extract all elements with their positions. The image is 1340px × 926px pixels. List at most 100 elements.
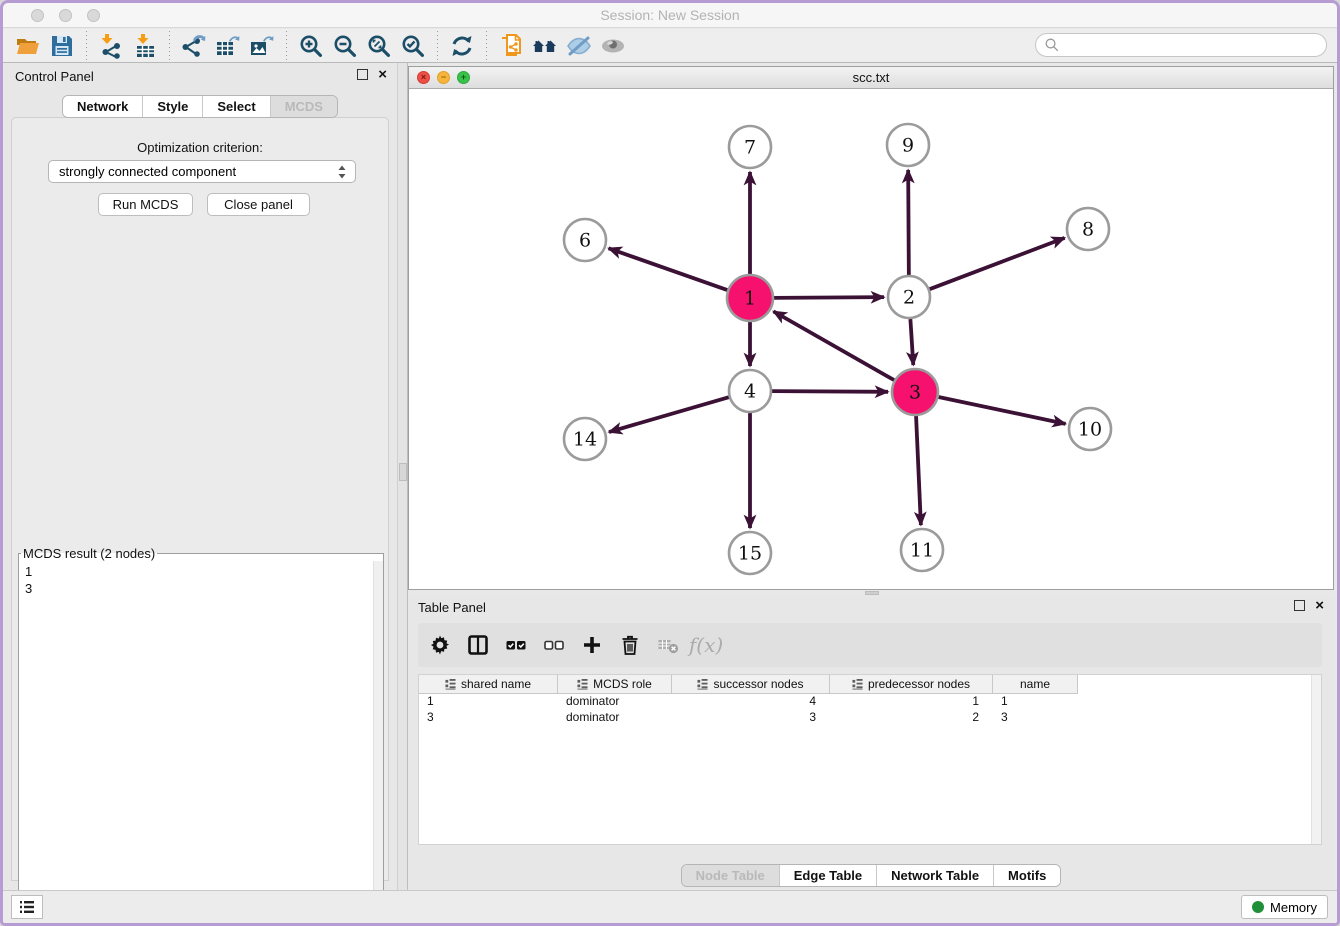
mcds-result-scrollbar[interactable]	[373, 561, 383, 921]
table-cell[interactable]: 2	[830, 710, 993, 726]
settings-button[interactable]	[426, 631, 454, 659]
zoom-selected-button[interactable]	[396, 31, 430, 61]
list-icon	[19, 899, 35, 915]
save-session-button[interactable]	[45, 31, 79, 61]
vertical-splitter[interactable]	[397, 63, 408, 892]
settings-icon	[429, 634, 451, 656]
table-cell[interactable]: dominator	[558, 710, 672, 726]
edge-4-14[interactable]	[609, 397, 729, 432]
refresh-button[interactable]	[445, 31, 479, 61]
edge-3-1[interactable]	[773, 311, 894, 380]
node-1[interactable]: 1	[727, 275, 773, 321]
refresh-icon	[449, 33, 475, 59]
function-builder-icon: f(x)	[689, 633, 723, 657]
memory-button[interactable]: Memory	[1241, 895, 1328, 919]
tab-mcds[interactable]: MCDS	[270, 96, 337, 117]
hide-visibility-button[interactable]	[562, 31, 596, 61]
table-row[interactable]: 1dominator411	[419, 694, 1321, 710]
zoom-in-button[interactable]	[294, 31, 328, 61]
import-table-button[interactable]	[128, 31, 162, 61]
network-graph[interactable]: 7 9 6 8 1 2 4 3 14 10 15 11	[409, 89, 1333, 589]
close-panel-button[interactable]: Close panel	[207, 193, 310, 216]
column-header-predecessor-nodes[interactable]: predecessor nodes	[830, 675, 993, 694]
edge-3-11[interactable]	[916, 416, 921, 525]
edge-2-8[interactable]	[930, 238, 1065, 289]
node-10[interactable]: 10	[1069, 408, 1111, 450]
table-scrollbar[interactable]	[1311, 675, 1321, 844]
edge-1-2[interactable]	[774, 297, 884, 298]
edge-2-9[interactable]	[908, 170, 909, 275]
network-window-titlebar[interactable]: × − + scc.txt	[409, 67, 1333, 89]
home-button[interactable]	[528, 31, 562, 61]
zoom-out-button[interactable]	[328, 31, 362, 61]
table-cell[interactable]: 1	[993, 694, 1078, 710]
edge-1-6[interactable]	[609, 248, 728, 290]
optimization-criterion-select[interactable]: strongly connected component	[48, 160, 356, 183]
table-cell[interactable]: 3	[993, 710, 1078, 726]
tab-network-table[interactable]: Network Table	[876, 865, 993, 886]
node-8[interactable]: 8	[1067, 208, 1109, 250]
close-panel-icon[interactable]: ×	[378, 69, 387, 80]
table-cell[interactable]: 1	[419, 694, 558, 710]
table-panel: Table Panel × f(x) shared nameMCDS roles…	[408, 595, 1334, 890]
share-document-button[interactable]	[494, 31, 528, 61]
column-header-name[interactable]: name	[993, 675, 1078, 694]
add-column-button[interactable]	[578, 631, 606, 659]
search-icon	[1044, 37, 1060, 53]
export-image-button[interactable]	[245, 31, 279, 61]
float-panel-icon[interactable]	[357, 69, 368, 80]
split-view-button[interactable]	[464, 631, 492, 659]
import-network-button[interactable]	[94, 31, 128, 61]
node-2[interactable]: 2	[888, 276, 930, 318]
svg-text:7: 7	[744, 137, 756, 159]
edge-2-3[interactable]	[910, 319, 913, 365]
export-table-button[interactable]	[211, 31, 245, 61]
node-9[interactable]: 9	[887, 124, 929, 166]
network-view-title: scc.txt	[409, 70, 1333, 85]
node-11[interactable]: 11	[901, 529, 943, 571]
export-network-button[interactable]	[177, 31, 211, 61]
node-15[interactable]: 15	[729, 532, 771, 574]
network-canvas[interactable]: 7 9 6 8 1 2 4 3 14 10 15 11	[409, 89, 1333, 589]
table-cell[interactable]: 1	[830, 694, 993, 710]
edge-3-10[interactable]	[938, 397, 1065, 424]
search-box[interactable]	[1035, 33, 1327, 57]
open-file-button[interactable]	[11, 31, 45, 61]
table-cell[interactable]: 3	[419, 710, 558, 726]
table-cell[interactable]: 4	[672, 694, 830, 710]
splitter-handle[interactable]	[399, 463, 407, 481]
node-4[interactable]: 4	[729, 370, 771, 412]
tab-node-table[interactable]: Node Table	[682, 865, 779, 886]
tab-network[interactable]: Network	[63, 96, 142, 117]
tab-style[interactable]: Style	[142, 96, 202, 117]
column-header-MCDS-role[interactable]: MCDS role	[558, 675, 672, 694]
deselect-all-icon	[543, 634, 565, 656]
column-header-successor-nodes[interactable]: successor nodes	[672, 675, 830, 694]
search-input[interactable]	[1064, 38, 1318, 53]
zoom-fit-button[interactable]	[362, 31, 396, 61]
edge-4-3[interactable]	[772, 391, 888, 392]
close-table-panel-icon[interactable]: ×	[1315, 600, 1324, 611]
column-edit-icon	[445, 679, 456, 690]
table-cell[interactable]: 3	[672, 710, 830, 726]
optimization-criterion-label: Optimization criterion:	[12, 140, 388, 155]
node-7[interactable]: 7	[729, 126, 771, 168]
node-14[interactable]: 14	[564, 418, 606, 460]
zoom-selected-icon	[400, 33, 426, 59]
float-table-panel-icon[interactable]	[1294, 600, 1305, 611]
tab-motifs[interactable]: Motifs	[993, 865, 1060, 886]
column-header-shared-name[interactable]: shared name	[419, 675, 558, 694]
deselect-all-button[interactable]	[540, 631, 568, 659]
run-mcds-button[interactable]: Run MCDS	[98, 193, 193, 216]
task-history-button[interactable]	[11, 895, 43, 919]
show-visibility-button[interactable]	[596, 31, 630, 61]
table-cell[interactable]: dominator	[558, 694, 672, 710]
node-3[interactable]: 3	[892, 369, 938, 415]
node-6[interactable]: 6	[564, 219, 606, 261]
tab-select[interactable]: Select	[202, 96, 269, 117]
tab-edge-table[interactable]: Edge Table	[779, 865, 876, 886]
svg-text:10: 10	[1078, 419, 1102, 441]
table-row[interactable]: 3dominator323	[419, 710, 1321, 726]
delete-column-button[interactable]	[616, 631, 644, 659]
select-all-button[interactable]	[502, 631, 530, 659]
